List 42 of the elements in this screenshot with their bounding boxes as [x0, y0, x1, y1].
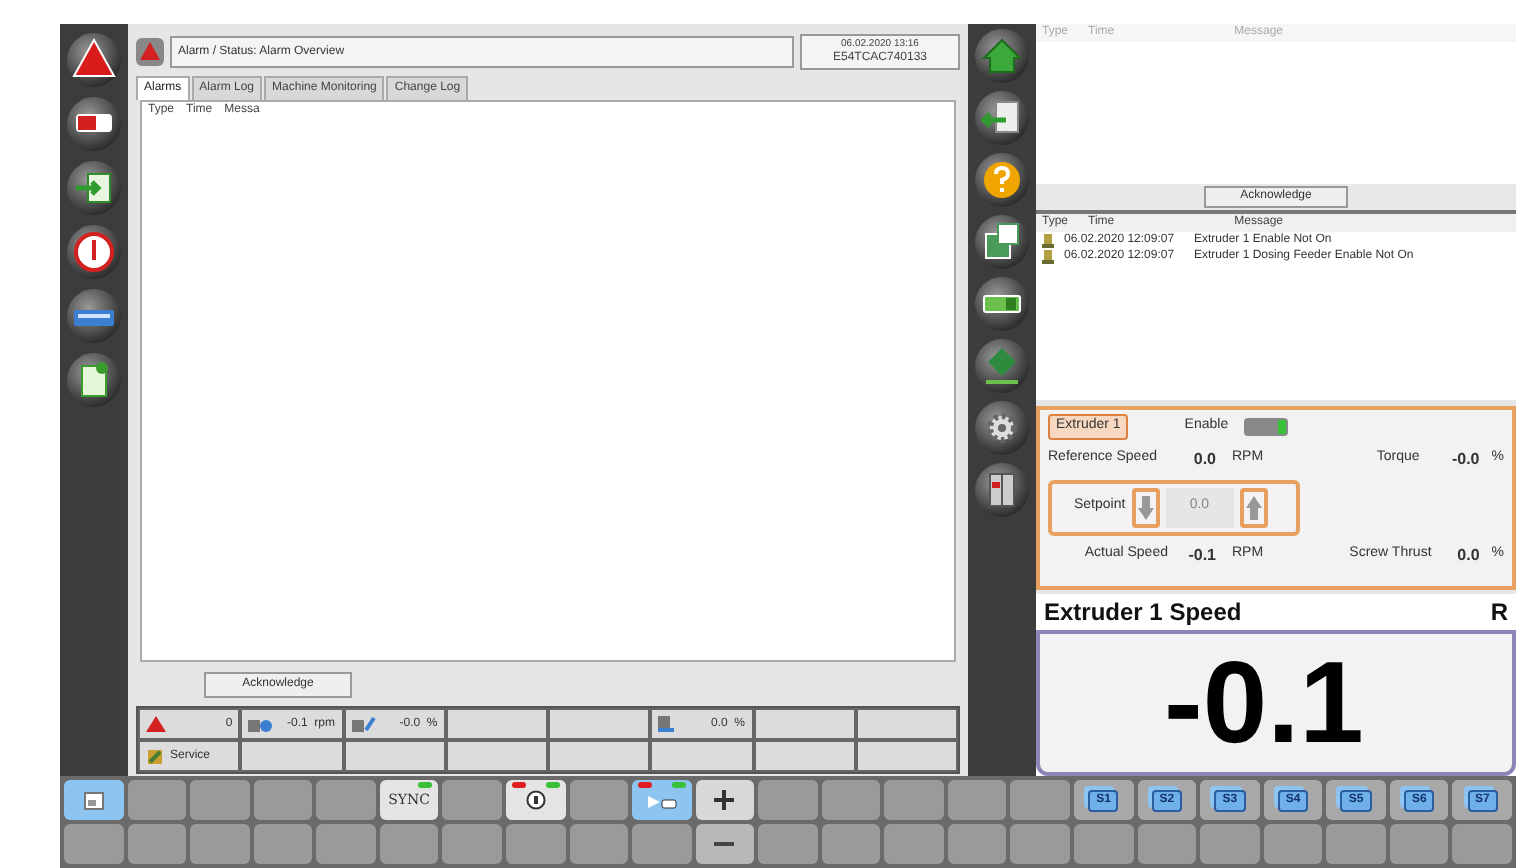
- field-value: 0.0: [1191, 447, 1216, 471]
- edit-icon[interactable]: [974, 214, 1030, 270]
- alarm-led: [638, 782, 653, 788]
- speed-value: -0.1: [1164, 645, 1364, 761]
- warning-icon: [136, 38, 164, 66]
- decrease-button[interactable]: [1131, 487, 1160, 527]
- status-led: [418, 782, 433, 788]
- motor-icon: [248, 716, 273, 732]
- function-key[interactable]: [505, 780, 566, 820]
- enable-switch[interactable]: [1244, 417, 1289, 436]
- field-value: -0.1: [1186, 543, 1216, 567]
- exit-icon[interactable]: [66, 160, 122, 216]
- plus-icon: [714, 790, 735, 810]
- keyboard-icon[interactable]: [66, 288, 122, 344]
- status-cell: [855, 708, 958, 740]
- document-icon[interactable]: [66, 352, 122, 408]
- cabinet-icon[interactable]: [974, 462, 1030, 518]
- warning-icon[interactable]: [66, 32, 122, 88]
- picture-icon: [83, 791, 104, 809]
- alarm-led: [511, 782, 526, 788]
- tag-icon[interactable]: [66, 96, 122, 152]
- plus-key[interactable]: [695, 780, 755, 820]
- home-icon[interactable]: [974, 28, 1030, 84]
- field-value: 0.0: [1455, 543, 1480, 567]
- valve-icon: [645, 791, 678, 809]
- help-icon[interactable]: [974, 152, 1030, 208]
- display-title: Extruder 1 Speed: [1044, 596, 1242, 630]
- unit-label: R: [1490, 596, 1508, 630]
- gear-icon[interactable]: [974, 400, 1030, 456]
- motor-icon: [351, 716, 375, 732]
- field-value: -0.0: [1449, 447, 1480, 471]
- lock-icon: [525, 790, 546, 810]
- down-arrow-icon: [1137, 495, 1154, 519]
- wrench-icon: [146, 747, 164, 765]
- toggle-icon[interactable]: [974, 276, 1030, 332]
- minus-key[interactable]: [695, 824, 755, 864]
- warning-icon: [146, 716, 166, 732]
- increase-button[interactable]: [1239, 487, 1268, 527]
- status-led: [671, 782, 686, 788]
- up-arrow-icon: [1245, 495, 1262, 519]
- minus-icon: [714, 842, 735, 846]
- status-led: [545, 782, 560, 788]
